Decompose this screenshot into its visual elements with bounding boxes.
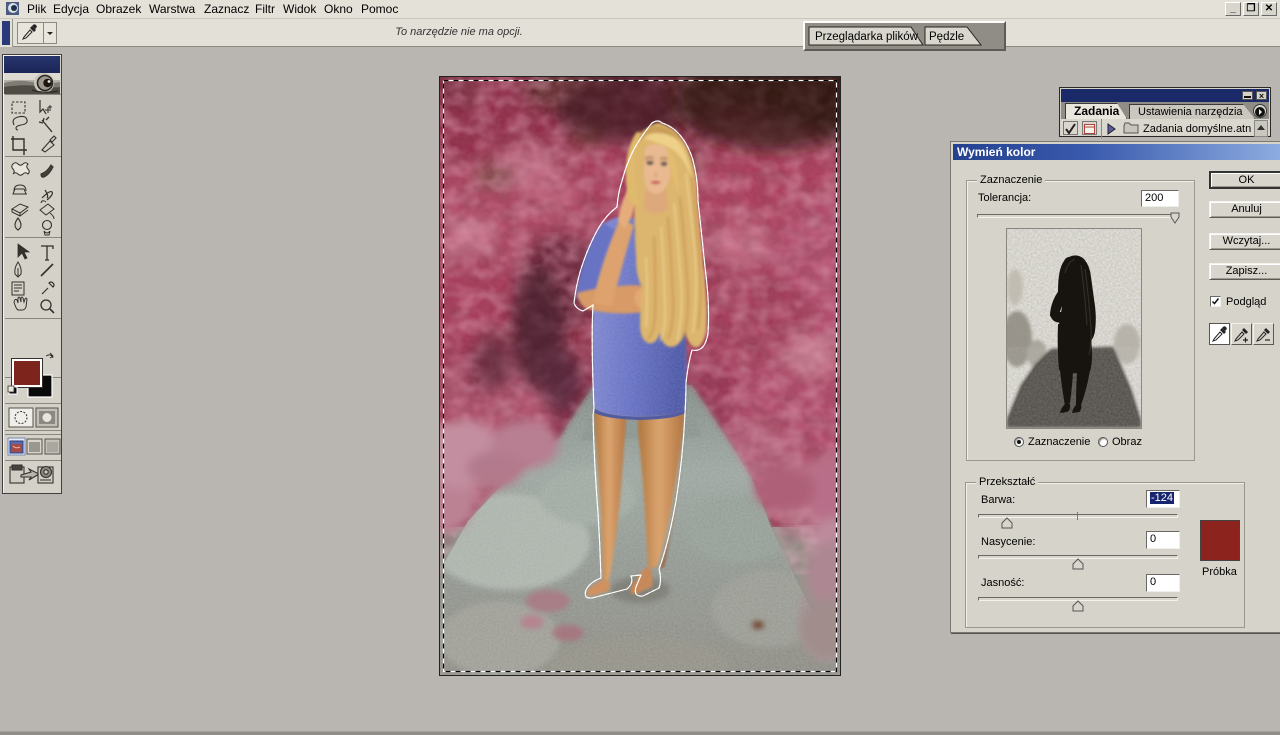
svg-text:Przeglądarka plików: Przeglądarka plików (815, 31, 919, 43)
svg-text:Pędzle: Pędzle (929, 31, 964, 43)
